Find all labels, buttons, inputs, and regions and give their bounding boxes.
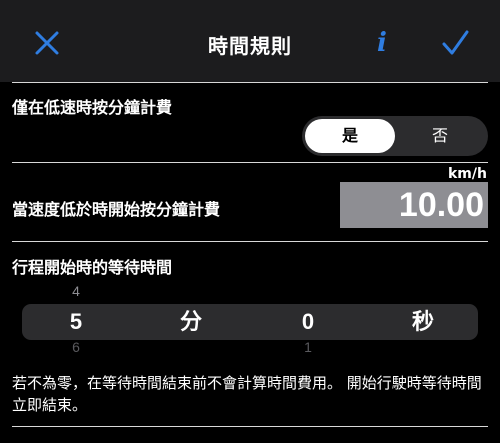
waiting-time-label: 行程開始時的等待時間 [12,258,173,277]
speed-threshold-label: 當速度低於時開始按分鐘計費 [12,200,221,219]
seconds-picker-value[interactable]: 0 [294,304,322,340]
checkmark-icon [442,30,469,55]
speed-unit-label: km/h [448,166,487,182]
waiting-time-note: 若不為零，在等待時間結束前不會計算時間費用。 開始行駛時等待時間立即結束。 [12,374,482,414]
low-speed-only-label: 僅在低速時按分鐘計費 [12,98,173,117]
nav-bar: 時間規則 i [0,0,500,82]
spacer [12,362,488,363]
option-no[interactable]: 否 [395,119,485,153]
divider [12,241,488,242]
page-title: 時間規則 [208,34,292,58]
speed-threshold-input[interactable]: 10.00 [340,182,488,228]
minutes-unit-label: 分 [179,309,202,334]
divider [12,82,488,83]
done-button[interactable] [440,28,470,58]
option-yes[interactable]: 是 [305,119,395,153]
seconds-unit-label: 秒 [411,309,434,334]
divider [12,426,488,427]
minutes-picker-prev[interactable]: 4 [66,283,86,299]
divider [12,162,488,163]
low-speed-only-toggle[interactable]: 是 否 [302,116,488,156]
info-button[interactable]: i [370,26,394,60]
minutes-picker-value[interactable]: 5 [62,304,90,340]
minutes-picker-next[interactable]: 6 [66,340,86,356]
seconds-picker-next[interactable]: 1 [298,340,318,356]
